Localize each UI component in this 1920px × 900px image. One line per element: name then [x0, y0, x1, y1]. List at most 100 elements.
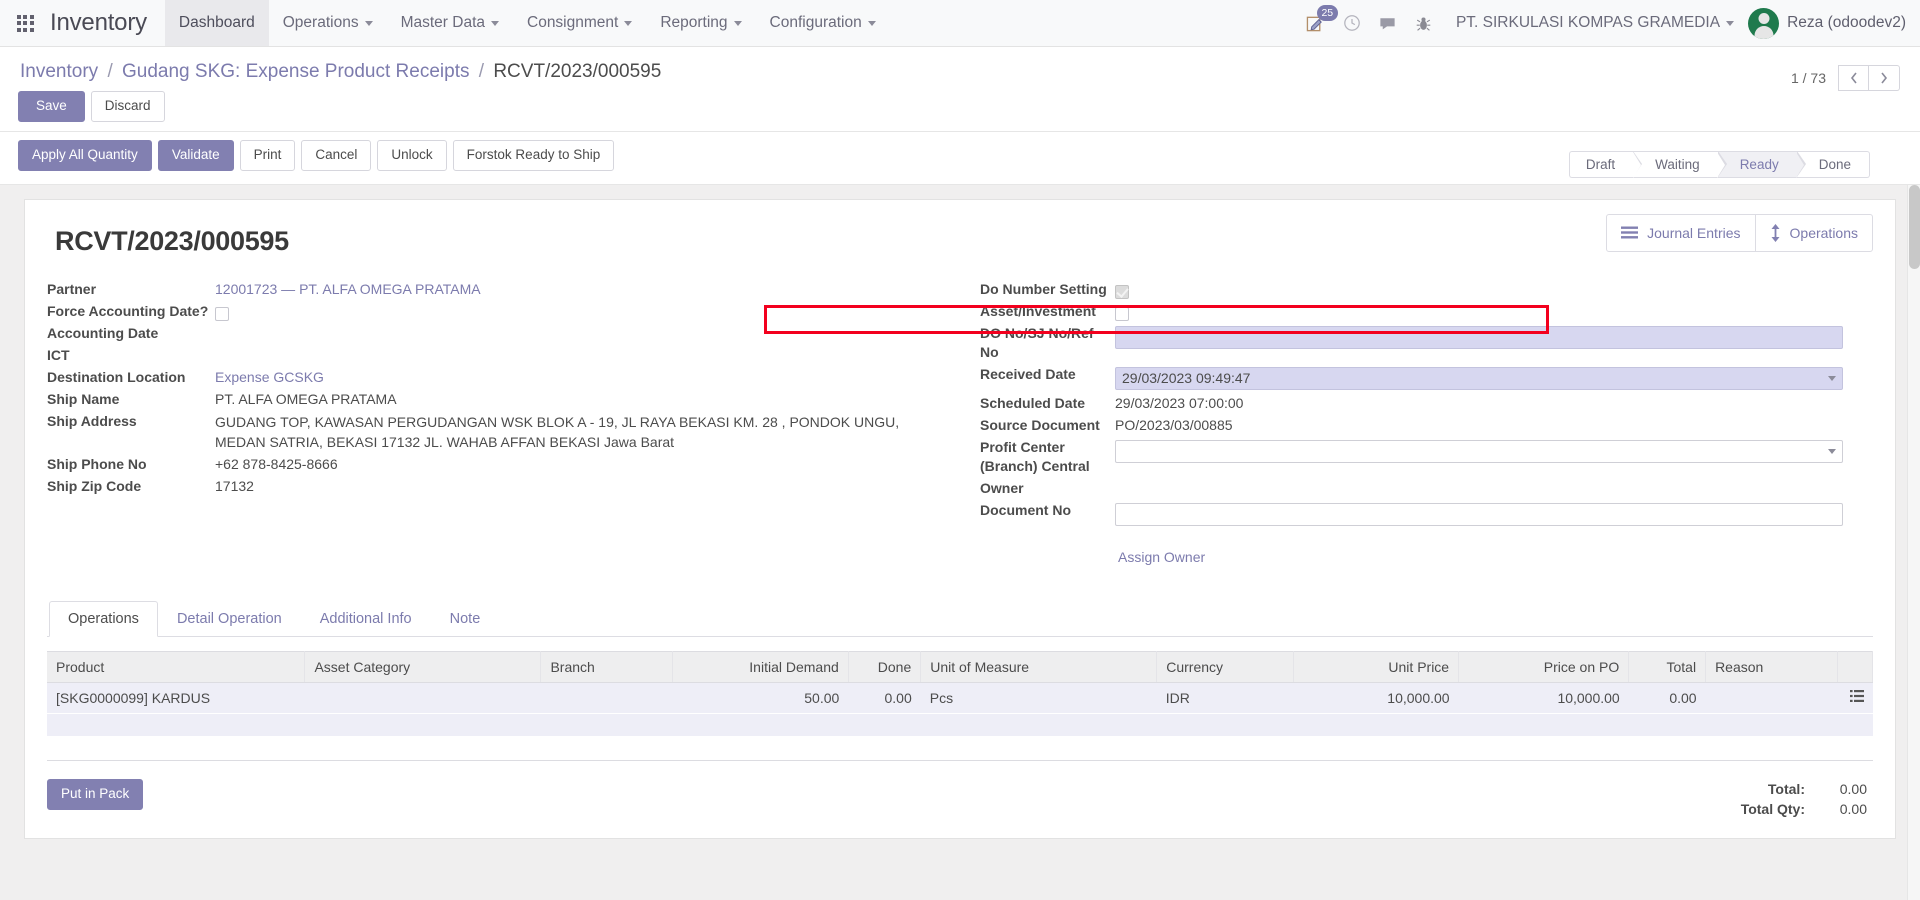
save-button[interactable]: Save — [18, 91, 85, 122]
stat-button-operations[interactable]: Operations — [1756, 215, 1872, 251]
validate-button[interactable]: Validate — [157, 139, 234, 171]
tab-detail-operation[interactable]: Detail Operation — [158, 601, 301, 637]
column-header-options — [1837, 650, 1874, 683]
breadcrumb-item-inventory[interactable]: Inventory — [20, 61, 98, 82]
apply-all-quantity-button[interactable]: Apply All Quantity — [18, 139, 152, 171]
menu-item-consignment[interactable]: Consignment — [513, 0, 646, 46]
status-step-waiting[interactable]: Waiting — [1633, 150, 1727, 178]
column-header-done[interactable]: Done — [848, 650, 922, 683]
stat-button-journal-entries[interactable]: Journal Entries — [1607, 214, 1756, 251]
scrollbar-thumb[interactable] — [1909, 184, 1920, 269]
apps-menu-toggle[interactable] — [0, 0, 50, 46]
column-header-asset-category[interactable]: Asset Category — [304, 650, 542, 683]
table-row[interactable]: [SKG0000099] KARDUS 50.00 0.00 Pcs IDR 1… — [47, 682, 1873, 714]
column-header-reason[interactable]: Reason — [1705, 650, 1838, 683]
pager-previous-button[interactable] — [1838, 65, 1869, 91]
breadcrumb-item-picking-type[interactable]: Gudang SKG: Expense Product Receipts — [122, 61, 469, 82]
menu-item-configuration[interactable]: Configuration — [756, 0, 890, 46]
app-brand-inventory[interactable]: Inventory — [50, 0, 165, 46]
column-header-price-on-po[interactable]: Price on PO — [1458, 650, 1630, 683]
menu-item-reporting-label: Reporting — [660, 14, 728, 31]
navbar-systray: 25 PT. SIRKULASI KOMPAS GRAMEDIA Reza (o… — [1298, 0, 1920, 46]
table-row-empty[interactable] — [47, 713, 1873, 737]
table-row-empty[interactable] — [47, 736, 1873, 760]
column-header-product[interactable]: Product — [47, 650, 306, 683]
lines-footer: Put in Pack Total: 0.00 Total Qty: 0.00 — [47, 778, 1873, 829]
column-header-branch[interactable]: Branch — [540, 650, 674, 683]
company-switcher[interactable]: PT. SIRKULASI KOMPAS GRAMEDIA — [1442, 14, 1744, 32]
field-row-profit-center-branch: Profit Center (Branch) Central — [980, 437, 1843, 478]
cell-empty[interactable] — [47, 713, 1873, 737]
cell-asset-category[interactable] — [304, 682, 541, 714]
vertical-scrollbar[interactable] — [1907, 184, 1920, 900]
cell-unit-price[interactable]: 10,000.00 — [1293, 682, 1459, 714]
total-row: Total: 0.00 — [1741, 779, 1867, 799]
column-header-total[interactable]: Total — [1628, 650, 1707, 683]
tab-note[interactable]: Note — [431, 601, 500, 637]
column-header-currency[interactable]: Currency — [1156, 650, 1295, 683]
do-no-sj-no-ref-no-input[interactable] — [1115, 325, 1843, 349]
assign-owner-link[interactable]: Assign Owner — [1118, 549, 1205, 565]
total-qty-row: Total Qty: 0.00 — [1741, 799, 1867, 819]
row-options-icon[interactable] — [1837, 682, 1873, 714]
cell-branch[interactable] — [540, 682, 673, 714]
cell-empty[interactable] — [47, 736, 1873, 760]
menu-item-operations-label: Operations — [282, 14, 359, 31]
profit-center-branch-input[interactable] — [1115, 439, 1843, 463]
menu-item-dashboard-label: Dashboard — [178, 14, 255, 31]
clock-menu[interactable] — [1334, 0, 1370, 47]
field-label-ship-name: Ship Name — [47, 391, 120, 408]
field-checkbox-do-number-setting — [1115, 284, 1129, 299]
cell-initial-demand[interactable]: 50.00 — [672, 682, 849, 714]
field-label-scheduled-date: Scheduled Date — [980, 395, 1086, 412]
pager-next-button[interactable] — [1869, 65, 1900, 91]
status-step-draft[interactable]: Draft — [1568, 150, 1643, 178]
print-button[interactable]: Print — [239, 139, 296, 171]
cell-reason[interactable] — [1705, 682, 1838, 714]
status-step-ready[interactable]: Ready — [1717, 150, 1806, 178]
tab-operations[interactable]: Operations — [49, 600, 158, 637]
messaging-menu[interactable] — [1370, 0, 1406, 47]
cell-currency[interactable]: IDR — [1156, 682, 1294, 714]
menu-item-configuration-label: Configuration — [769, 14, 862, 31]
cancel-button[interactable]: Cancel — [301, 139, 372, 171]
tab-additional-info[interactable]: Additional Info — [301, 601, 431, 637]
column-header-unit-price[interactable]: Unit Price — [1293, 650, 1460, 683]
total-qty-label: Total Qty: — [1740, 800, 1805, 817]
cell-price-on-po[interactable]: 10,000.00 — [1458, 682, 1629, 714]
received-date-input[interactable] — [1115, 366, 1843, 390]
debug-menu[interactable] — [1406, 0, 1442, 47]
field-row-asset-investment: Asset/Investment — [980, 301, 1843, 323]
field-value-partner[interactable]: 12001723 — PT. ALFA OMEGA PRATAMA — [215, 281, 481, 297]
field-label-profit-center-branch: Profit Center (Branch) Central — [980, 437, 1115, 478]
column-header-unit-of-measure[interactable]: Unit of Measure — [920, 650, 1158, 683]
field-row-ship-address: Ship Address GUDANG TOP, KAWASAN PERGUDA… — [47, 411, 930, 454]
status-step-done[interactable]: Done — [1796, 150, 1870, 178]
column-header-initial-demand[interactable]: Initial Demand — [672, 650, 849, 683]
menu-item-dashboard[interactable]: Dashboard — [164, 0, 269, 46]
menu-item-operations[interactable]: Operations — [269, 0, 387, 46]
field-label-ship-phone-no: Ship Phone No — [47, 456, 147, 473]
field-checkbox-asset-investment[interactable] — [1115, 306, 1129, 321]
cell-total[interactable]: 0.00 — [1628, 682, 1706, 714]
menu-item-master-data[interactable]: Master Data — [387, 0, 513, 46]
field-row-ship-phone-no: Ship Phone No +62 878-8425-8666 — [47, 454, 930, 476]
field-value-destination-location[interactable]: Expense GCSKG — [215, 369, 324, 385]
menu-item-reporting[interactable]: Reporting — [646, 0, 755, 46]
put-in-pack-button[interactable]: Put in Pack — [47, 778, 144, 810]
cell-unit-of-measure[interactable]: Pcs — [920, 682, 1157, 714]
field-row-owner: Owner — [980, 478, 1843, 500]
cell-done[interactable]: 0.00 — [848, 682, 921, 714]
field-checkbox-force-accounting-date[interactable] — [215, 306, 229, 321]
unlock-button[interactable]: Unlock — [377, 139, 447, 171]
document-no-input[interactable] — [1115, 502, 1843, 526]
forstok-ready-to-ship-button[interactable]: Forstok Ready to Ship — [452, 139, 615, 171]
cell-product[interactable]: [SKG0000099] KARDUS — [47, 682, 305, 714]
field-row-source-document: Source Document PO/2023/03/00885 — [980, 415, 1843, 437]
field-label-ict: ICT — [47, 347, 70, 364]
activities-menu[interactable]: 25 — [1298, 0, 1338, 47]
stat-button-operations-label: Operations — [1789, 224, 1858, 241]
discard-button[interactable]: Discard — [90, 91, 165, 122]
user-menu[interactable]: Reza (odoodev2) — [1744, 7, 1906, 39]
record-pager: 1 / 73 — [1791, 65, 1900, 91]
